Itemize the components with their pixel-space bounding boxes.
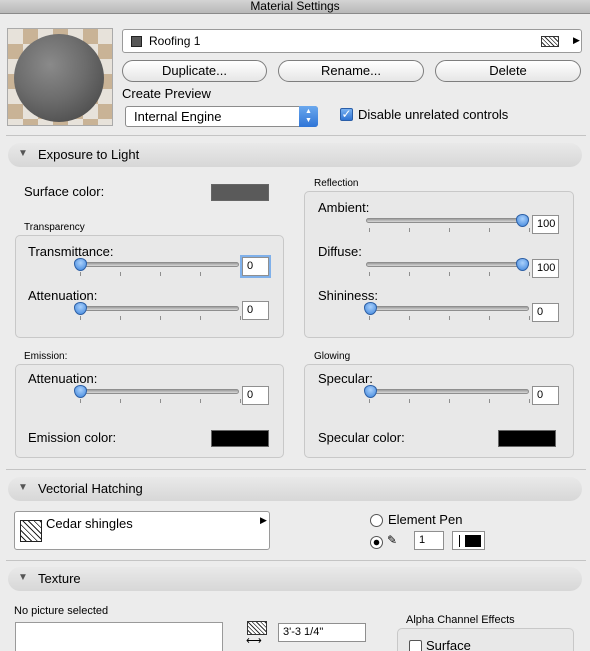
shininess-label: Shininess: — [318, 288, 378, 303]
surface-label: Surface — [426, 638, 471, 651]
no-picture-label: No picture selected — [14, 605, 109, 617]
delete-button[interactable]: Delete — [435, 60, 581, 82]
divider — [6, 469, 586, 470]
cedar-shingles-icon — [20, 520, 42, 542]
shininess-input[interactable]: 0 — [532, 303, 559, 322]
slider-ticks — [369, 316, 532, 320]
pen-color-well[interactable] — [452, 531, 485, 550]
preview-engine-value: Internal Engine — [134, 109, 222, 124]
texture-size-icon — [247, 621, 267, 635]
slider-ticks — [369, 399, 532, 403]
ambient-input[interactable]: 100 — [532, 215, 559, 234]
attenuation-slider[interactable] — [77, 306, 239, 311]
surface-color-well[interactable] — [211, 184, 269, 201]
specular-input[interactable]: 0 — [532, 386, 559, 405]
hatch-pattern-popup[interactable]: Cedar shingles ▶ — [14, 511, 270, 550]
rename-button[interactable]: Rename... — [278, 60, 424, 82]
pen-color-swatch — [465, 535, 481, 547]
emission-title: Emission: — [24, 351, 68, 362]
disclosure-triangle-icon: ▼ — [18, 482, 28, 493]
divider — [6, 560, 586, 561]
popup-arrow-icon: ▶ — [260, 515, 267, 525]
attenuation-label: Attenuation: — [28, 288, 98, 303]
texture-picture-well[interactable] — [15, 622, 223, 651]
specular-label: Specular: — [318, 371, 373, 386]
element-pen-label: Element Pen — [388, 512, 463, 527]
disclosure-triangle-icon: ▼ — [18, 572, 28, 583]
specular-slider[interactable] — [366, 389, 529, 394]
custom-pen-radio[interactable] — [370, 536, 383, 549]
element-pen-radio[interactable] — [370, 514, 383, 527]
transmittance-input[interactable]: 0 — [242, 257, 269, 276]
preview-sphere — [14, 34, 104, 122]
material-name-popup[interactable]: Roofing 1 ▶ — [122, 29, 582, 53]
slider-ticks — [80, 316, 242, 320]
material-name: Roofing 1 — [149, 34, 201, 48]
ambient-label: Ambient: — [318, 200, 370, 215]
reflection-title: Reflection — [314, 178, 359, 189]
disable-unrelated-checkbox[interactable]: ✓ — [340, 108, 353, 121]
slider-ticks — [80, 399, 242, 403]
surface-color-label: Surface color: — [24, 184, 105, 199]
shininess-slider[interactable] — [366, 306, 529, 311]
width-arrow-icon: ⟷ — [246, 635, 262, 647]
exposure-section-title: Exposure to Light — [38, 147, 140, 162]
exposure-section-header[interactable]: ▼ Exposure to Light — [8, 143, 582, 167]
texture-section-header[interactable]: ▼ Texture — [8, 567, 582, 591]
emission-attenuation-slider[interactable] — [77, 389, 239, 394]
glowing-title: Glowing — [314, 351, 351, 362]
emission-attenuation-input[interactable]: 0 — [242, 386, 269, 405]
popup-arrow-icon: ▶ — [573, 35, 580, 45]
duplicate-button[interactable]: Duplicate... — [122, 60, 267, 82]
transparency-title: Transparency — [24, 222, 85, 233]
texture-size-input[interactable]: 3'-3 1/4" — [278, 623, 366, 642]
hatch-preview-icon — [541, 36, 559, 47]
pen-icon: ✎ — [387, 533, 398, 547]
diffuse-slider[interactable] — [366, 262, 529, 267]
specular-color-well[interactable] — [498, 430, 556, 447]
divider — [6, 135, 586, 136]
create-preview-label: Create Preview — [122, 86, 211, 101]
texture-section-title: Texture — [38, 571, 81, 586]
emission-attenuation-label: Attenuation: — [28, 371, 98, 386]
slider-ticks — [369, 272, 532, 276]
select-stepper-icon: ▲ ▼ — [299, 106, 318, 127]
specular-color-label: Specular color: — [318, 430, 405, 445]
pen-number-input[interactable]: 1 — [414, 531, 444, 550]
surface-checkbox[interactable] — [409, 640, 422, 651]
disable-unrelated-label: Disable unrelated controls — [358, 107, 509, 122]
hatching-section-title: Vectorial Hatching — [38, 481, 143, 496]
material-swatch — [131, 36, 142, 47]
hatching-section-header[interactable]: ▼ Vectorial Hatching — [8, 477, 582, 501]
pen-weight-icon — [459, 535, 460, 547]
transmittance-slider[interactable] — [77, 262, 239, 267]
emission-color-label: Emission color: — [28, 430, 117, 445]
material-preview — [7, 28, 113, 126]
window-title: Material Settings — [0, 0, 590, 14]
disclosure-triangle-icon: ▼ — [18, 148, 28, 159]
hatch-pattern-name: Cedar shingles — [46, 516, 133, 531]
diffuse-input[interactable]: 100 — [532, 259, 559, 278]
slider-ticks — [369, 228, 532, 232]
alpha-channel-title: Alpha Channel Effects — [406, 614, 515, 626]
preview-engine-select[interactable]: Internal Engine ▲ ▼ — [125, 106, 318, 127]
diffuse-label: Diffuse: — [318, 244, 362, 259]
transmittance-label: Transmittance: — [28, 244, 114, 259]
attenuation-input[interactable]: 0 — [242, 301, 269, 320]
alpha-channel-group — [397, 628, 574, 651]
emission-color-well[interactable] — [211, 430, 269, 447]
ambient-slider[interactable] — [366, 218, 529, 223]
slider-ticks — [80, 272, 242, 276]
